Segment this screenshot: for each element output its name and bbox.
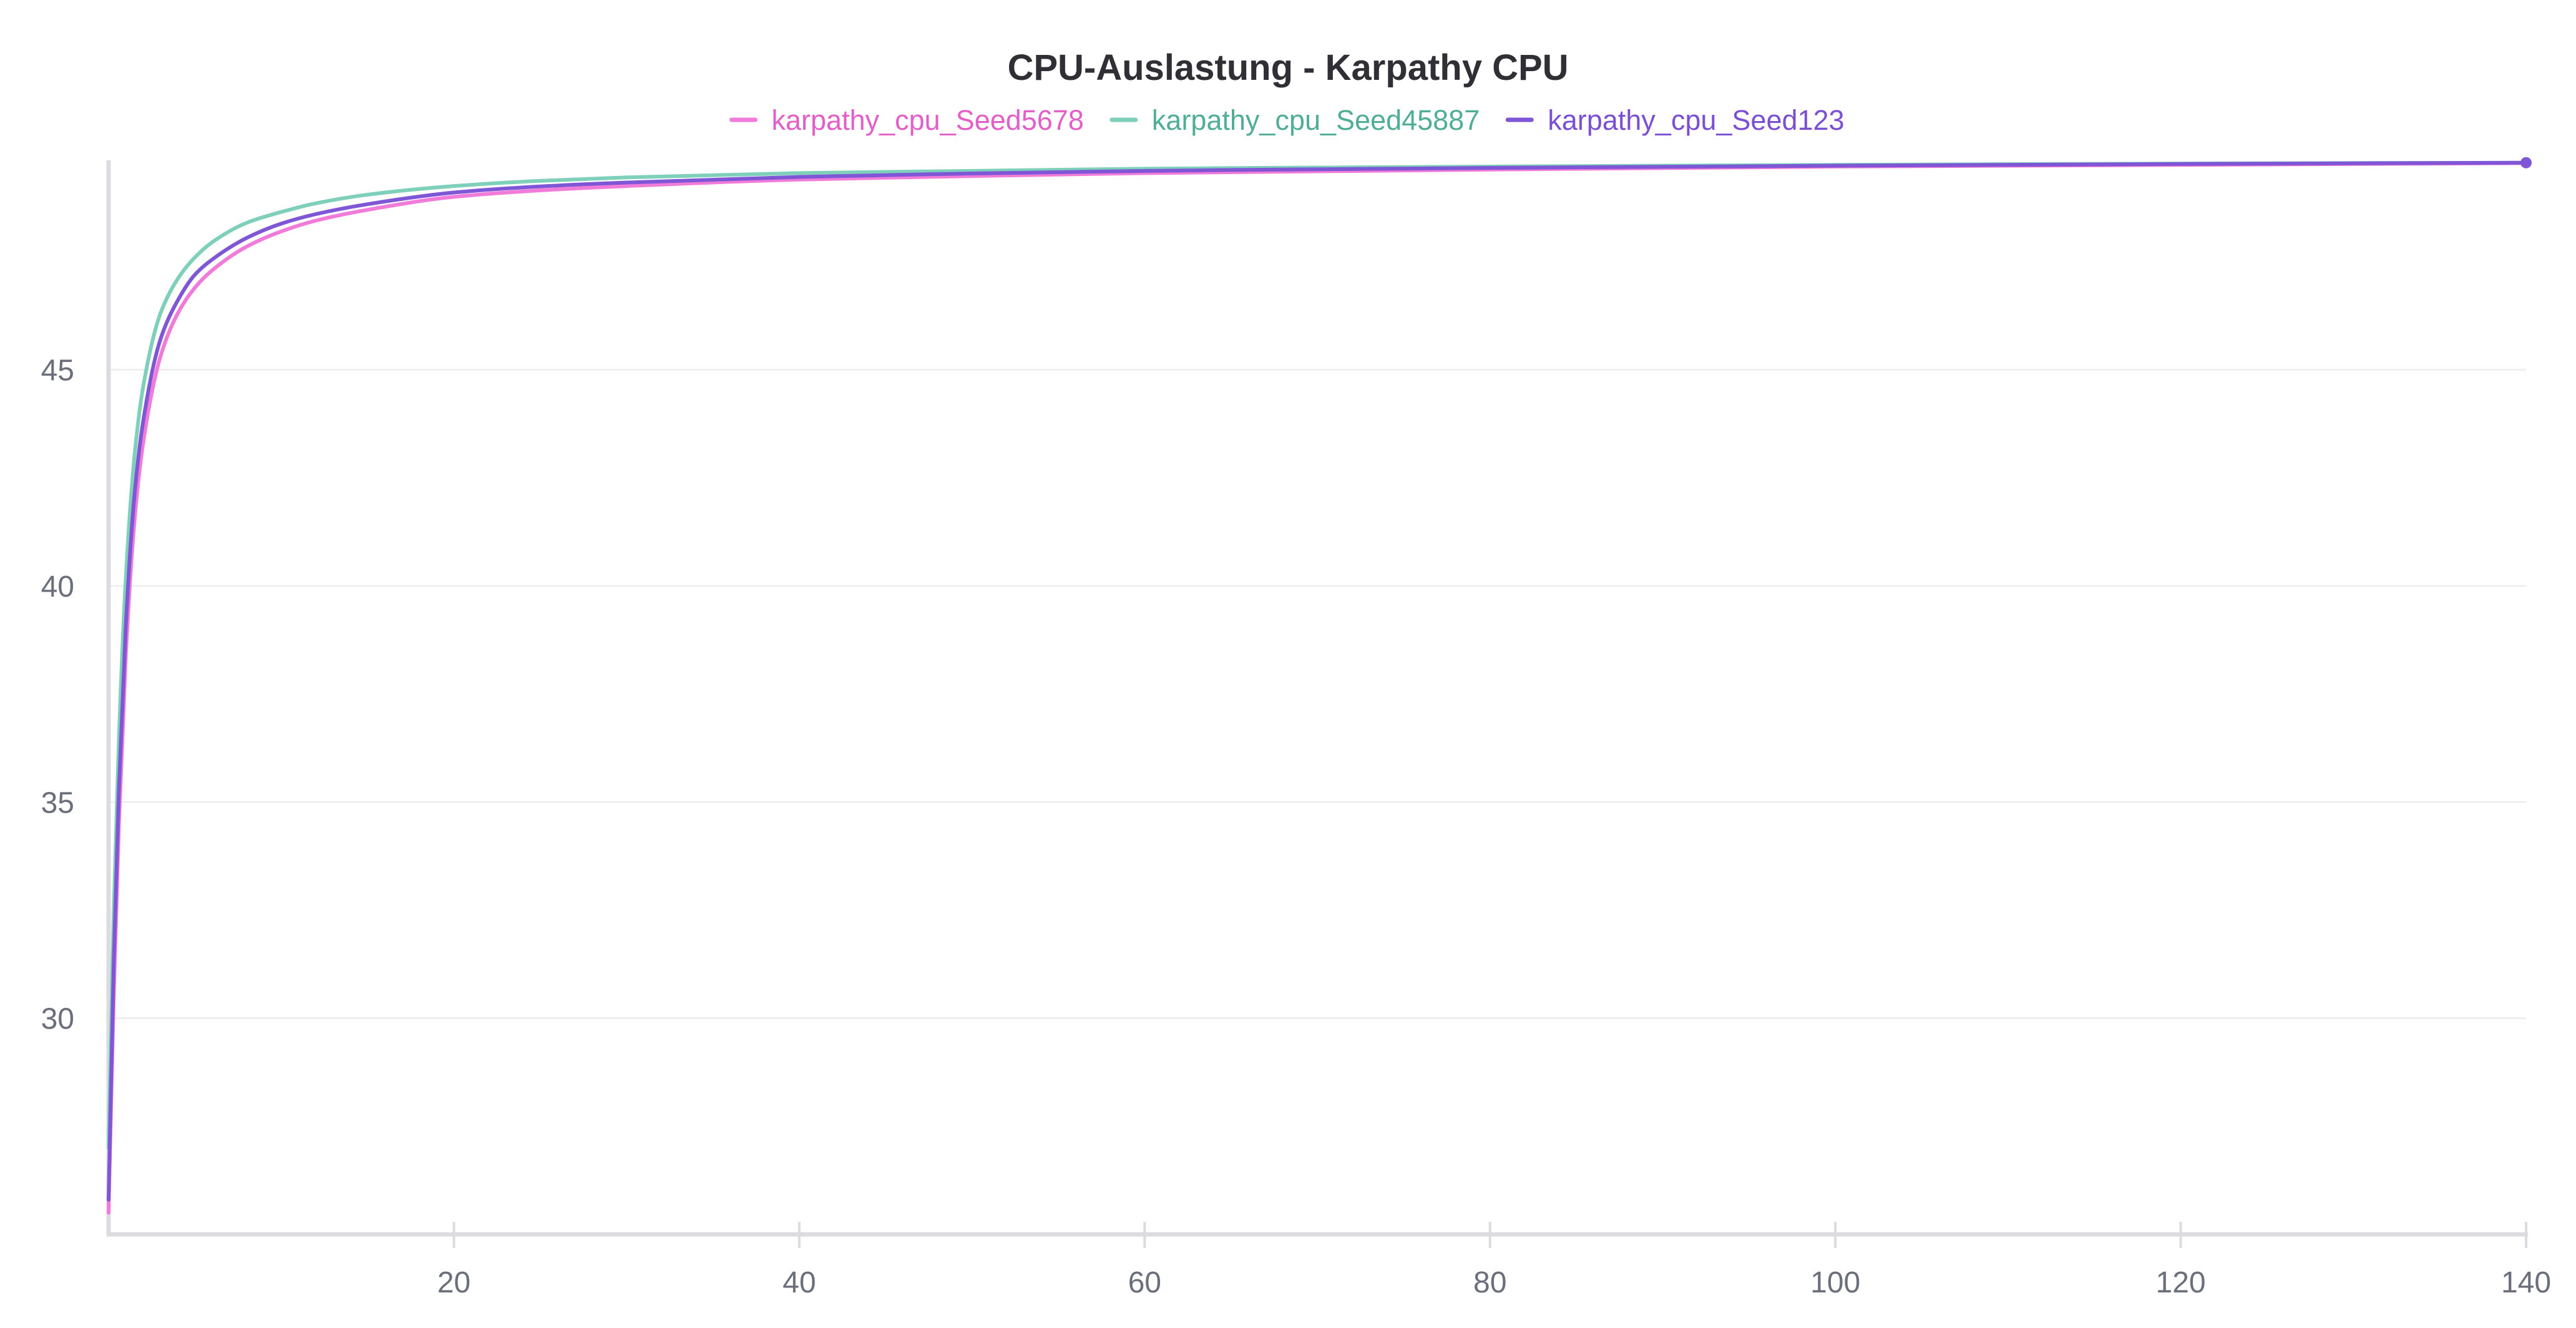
- legend-item-3: karpathy_cpu_Seed123: [1505, 104, 1845, 136]
- y-tick-label: 45: [41, 354, 74, 388]
- chart-title: CPU-Auslastung - Karpathy CPU: [1007, 47, 1568, 88]
- series-end-marker: [2520, 157, 2532, 168]
- x-tick-label: 60: [1128, 1266, 1161, 1299]
- y-tick-label: 40: [41, 570, 74, 603]
- y-axis-ticks: 30 35 40 45: [41, 354, 74, 1036]
- legend-item-2: karpathy_cpu_Seed45887: [1110, 104, 1480, 136]
- series-line-3: [107, 160, 2528, 1202]
- series-line-1: [107, 161, 2528, 1215]
- series-line-2: [107, 160, 2528, 1150]
- legend-item-1: karpathy_cpu_Seed5678: [729, 104, 1084, 136]
- x-tick-label: 80: [1473, 1266, 1506, 1299]
- x-tick-label: 20: [437, 1266, 471, 1299]
- line-chart: CPU-Auslastung - Karpathy CPU karpathy_c…: [41, 47, 2551, 1299]
- legend-label: karpathy_cpu_Seed45887: [1152, 104, 1480, 136]
- x-tick-label: 100: [1810, 1266, 1860, 1299]
- x-tick-label: 40: [783, 1266, 816, 1299]
- y-tick-label: 30: [41, 1003, 74, 1036]
- grid-lines: [109, 369, 2526, 1019]
- y-tick-label: 35: [41, 786, 74, 819]
- legend-label: karpathy_cpu_Seed5678: [771, 104, 1083, 136]
- x-tick-label: 120: [2156, 1266, 2206, 1299]
- chart-container: CPU-Auslastung - Karpathy CPU karpathy_c…: [0, 0, 2576, 1328]
- chart-axes: [106, 160, 2528, 1237]
- legend-label: karpathy_cpu_Seed123: [1548, 104, 1844, 136]
- x-tick-label: 140: [2501, 1266, 2551, 1299]
- series-group: [107, 157, 2532, 1215]
- chart-legend: karpathy_cpu_Seed5678 karpathy_cpu_Seed45…: [729, 104, 1845, 136]
